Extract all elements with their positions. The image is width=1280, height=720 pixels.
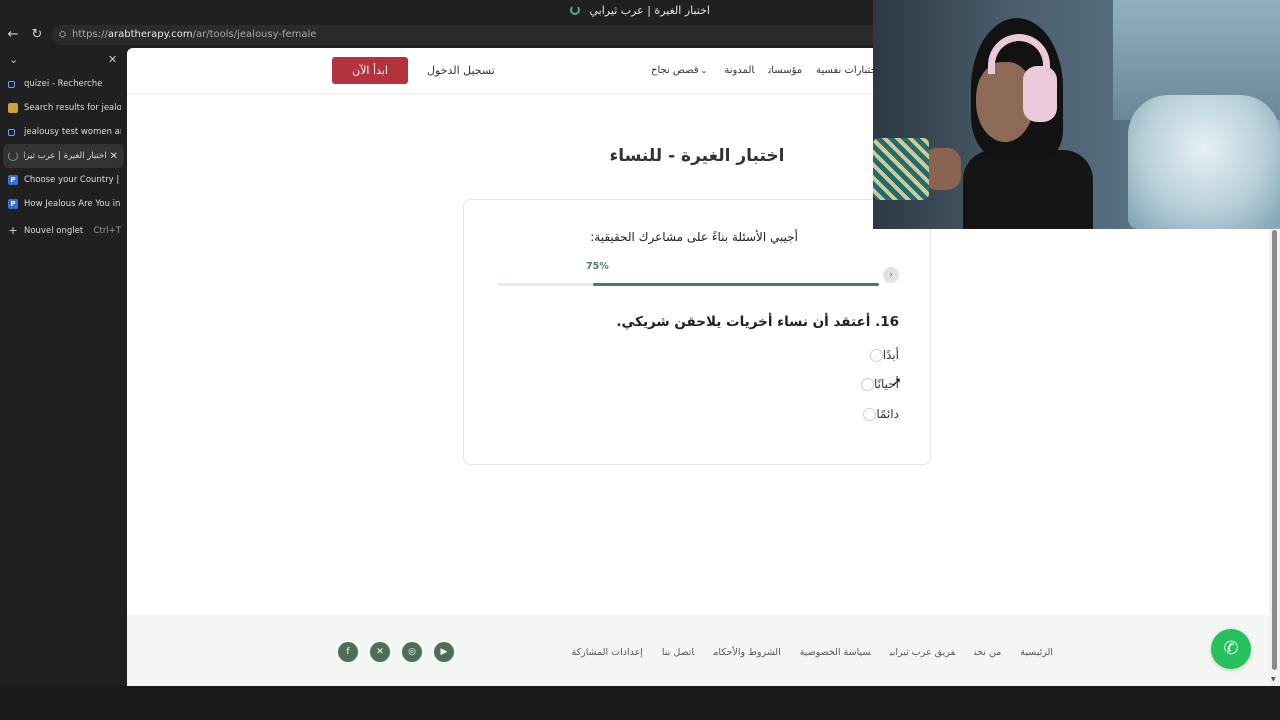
unpin-sidebar-icon[interactable]: ✕ — [108, 53, 117, 66]
tab-item[interactable]: quizei - Recherche — [0, 72, 127, 96]
tab-item[interactable]: P How Jealous Are You in Yo — [0, 192, 127, 216]
footer-link[interactable]: سياسة الخصوصية — [800, 647, 871, 658]
youtube-icon[interactable]: ▶ — [434, 642, 454, 662]
scrollbar-thumb[interactable] — [1272, 230, 1277, 670]
tab-item[interactable]: jealousy test women arabic — [0, 120, 127, 144]
gaming-chair — [1128, 95, 1280, 229]
window-title: اختبار الغيرة | عرب ثيرابي — [589, 4, 710, 17]
radio-button[interactable] — [860, 377, 874, 391]
tab-item-active[interactable]: اختبار الغيرة | عرب ثيرابي ✕ — [3, 144, 124, 168]
facebook-icon[interactable]: f — [338, 642, 358, 662]
footer-link[interactable]: اتصل بنا — [662, 647, 694, 658]
answer-option-never[interactable]: أبدًا — [864, 347, 899, 363]
loading-icon — [570, 5, 581, 15]
back-arrow-icon[interactable]: ← — [4, 26, 22, 44]
nav-blog[interactable]: المدونة — [724, 65, 754, 76]
chevron-down-icon[interactable]: ⌄ — [701, 66, 708, 75]
footer-link[interactable]: من نحن — [974, 647, 1001, 658]
search-icon — [8, 80, 15, 88]
headset — [1023, 66, 1057, 122]
whatsapp-icon[interactable]: ✆ — [1211, 629, 1251, 669]
mouse-cursor-icon: ➚ — [891, 375, 902, 390]
plus-icon: + — [8, 224, 18, 237]
reload-icon[interactable]: ↻ — [28, 26, 46, 44]
vertical-tabs-sidebar: ⌄ ✕ quizei - Recherche Search results fo… — [0, 48, 127, 720]
chevron-right-icon[interactable]: › — [883, 267, 899, 283]
x-icon[interactable]: ✕ — [370, 642, 390, 662]
new-tab-button[interactable]: + Nouvel onglet Ctrl+T — [0, 219, 127, 243]
footer-link[interactable]: فريق عرب ثيرابي — [890, 647, 955, 658]
login-link[interactable]: تسجيل الدخول — [427, 64, 495, 77]
chevron-down-icon[interactable]: ⌄ — [9, 53, 18, 66]
footer-link[interactable]: الرئيسية — [1020, 647, 1053, 658]
main-nav: اختبارات نفسية مؤسسات المدونة ⌄قصص نجاح — [637, 65, 879, 76]
question-text: 16. أعتقد أن نساء أخريات يلاحقن شريكي. — [616, 314, 899, 330]
nav-institutions[interactable]: مؤسسات — [768, 65, 802, 76]
close-tab-icon[interactable]: ✕ — [110, 151, 118, 162]
instagram-icon[interactable]: ◎ — [402, 642, 422, 662]
quiz-card: أجيبي الأسئلة بناءً على مشاعرك الحقيقية:… — [463, 199, 931, 465]
quiz-instruction: أجيبي الأسئلة بناءً على مشاعرك الحقيقية: — [590, 230, 798, 244]
radio-button[interactable] — [869, 348, 883, 362]
nav-success-stories[interactable]: قصص نجاح — [651, 65, 699, 76]
footer-links: الرئيسية من نحن فريق عرب ثيرابي سياسة الخصو… — [572, 647, 1053, 658]
pt-icon: P — [8, 199, 18, 209]
mug — [873, 138, 929, 200]
search-icon — [8, 128, 15, 136]
footer-link[interactable]: الشروط والأحكام — [713, 647, 780, 658]
progress-fill — [592, 283, 879, 286]
nav-psych-tests[interactable]: اختبارات نفسية — [816, 65, 879, 76]
url-field[interactable]: ⛭ https://arabtherapy.com/ar/tools/jealo… — [52, 25, 882, 45]
taskbar-strip — [0, 686, 1280, 720]
webcam-overlay — [873, 0, 1280, 229]
loading-icon — [8, 151, 18, 161]
page-title: اختبار الغيرة - للنساء — [609, 146, 785, 166]
footer-link[interactable]: إعدادات المشاركة — [572, 647, 643, 658]
image-icon — [8, 103, 18, 113]
tab-item[interactable]: Search results for jealousy — [0, 96, 127, 120]
start-now-button[interactable]: ابدأ الآن — [332, 57, 408, 84]
progress-track — [497, 283, 879, 286]
radio-button[interactable] — [863, 407, 877, 421]
site-info-icon[interactable]: ⛭ — [59, 25, 66, 45]
answer-option-always[interactable]: دائمًا — [857, 406, 899, 422]
progress-percent: 75% — [586, 261, 609, 272]
tab-item[interactable]: P Choose your Country | Psy — [0, 168, 127, 192]
scroll-down-icon[interactable]: ▼ — [1271, 676, 1276, 683]
site-footer: الرئيسية من نحن فريق عرب ثيرابي سياسة الخصو… — [127, 615, 1269, 686]
pt-icon: P — [8, 175, 18, 185]
